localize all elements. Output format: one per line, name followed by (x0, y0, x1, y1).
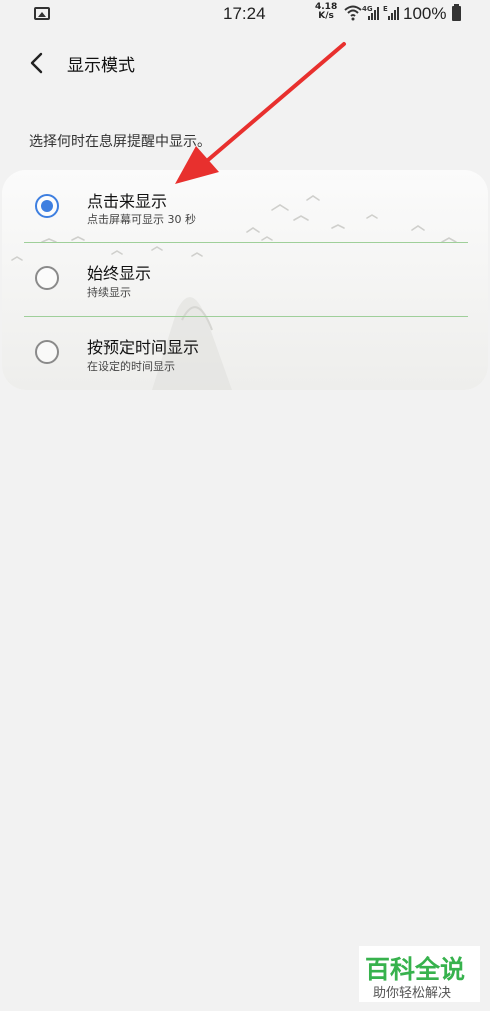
status-bar: 17:24 4.18 K/s 4G E 100% (0, 0, 490, 30)
radio-button[interactable] (35, 340, 59, 364)
battery-icon (452, 4, 461, 21)
option-title: 始终显示 (87, 264, 152, 283)
display-mode-card: 点击来显示 点击屏幕可显示 30 秒 始终显示 持续显示 按预定时间显示 在设定… (2, 170, 488, 390)
divider (24, 316, 468, 317)
watermark-subtitle: 助你轻松解决 (373, 986, 452, 1001)
signal-tech-label: E (383, 5, 388, 13)
option-subtitle: 持续显示 (87, 286, 131, 299)
signal-tech-label: 4G (362, 5, 373, 13)
chevron-left-icon (30, 52, 43, 74)
option-title: 点击来显示 (87, 192, 168, 211)
option-subtitle: 在设定的时间显示 (87, 360, 175, 373)
option-always-show[interactable]: 始终显示 持续显示 (2, 244, 488, 318)
option-tap-to-show[interactable]: 点击来显示 点击屏幕可显示 30 秒 (2, 170, 488, 244)
wifi-icon (344, 5, 362, 21)
header: 显示模式 (0, 40, 490, 84)
signal-icon: 4G (362, 5, 379, 20)
network-speed: 4.18 K/s (315, 3, 337, 21)
battery-percent: 100% (403, 4, 447, 23)
page-title: 显示模式 (67, 56, 135, 76)
signal-icon: E (383, 5, 399, 20)
annotation-arrow (175, 42, 346, 184)
network-speed-unit: K/s (318, 11, 334, 21)
status-time: 17:24 (223, 4, 266, 23)
radio-button[interactable] (35, 266, 59, 290)
hint-text: 选择何时在息屏提醒中显示。 (29, 134, 211, 150)
option-subtitle: 点击屏幕可显示 30 秒 (87, 213, 196, 226)
watermark-title: 百科全说 (365, 955, 466, 984)
option-scheduled-show[interactable]: 按预定时间显示 在设定的时间显示 (2, 318, 488, 390)
gallery-icon (34, 7, 50, 20)
radio-button-selected[interactable] (35, 194, 59, 218)
watermark-logo: 百科全说 助你轻松解决 (359, 946, 480, 1002)
back-button[interactable] (22, 48, 52, 78)
option-title: 按预定时间显示 (87, 338, 200, 357)
divider (24, 242, 468, 243)
